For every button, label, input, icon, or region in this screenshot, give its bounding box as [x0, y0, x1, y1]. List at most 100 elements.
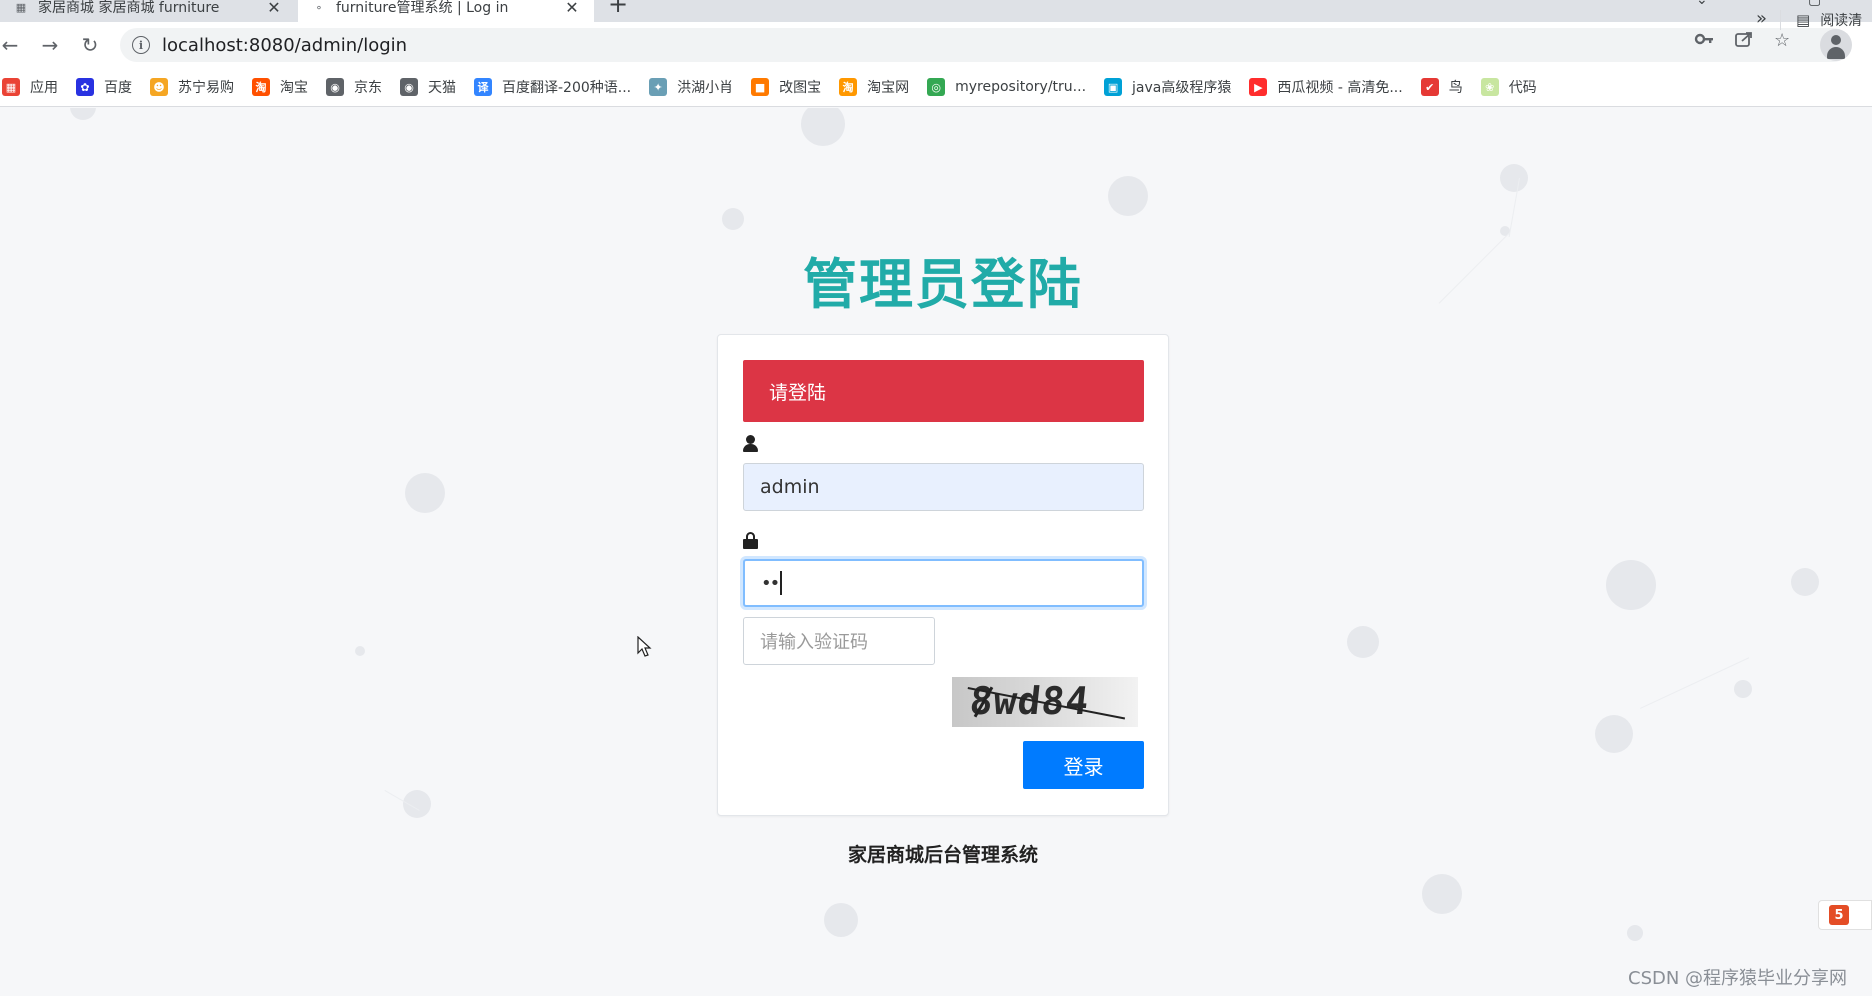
text-caret: [780, 571, 782, 595]
url-text: localhost:8080/admin/login: [162, 34, 408, 56]
forward-arrow-icon[interactable]: →: [36, 31, 64, 59]
key-icon[interactable]: [1694, 30, 1714, 53]
reading-list-icon: ▤: [1796, 11, 1811, 29]
bookmark-item[interactable]: 淘淘宝: [252, 77, 308, 97]
xigua-icon: ▶: [1249, 78, 1268, 96]
baidu-paw-icon: ✿: [76, 78, 94, 96]
bookmark-item[interactable]: ■ 改图宝: [751, 77, 821, 97]
bg-particle: [70, 108, 96, 120]
watermark: CSDN @程序猿毕业分享网: [1628, 968, 1848, 989]
bg-particle: [1500, 164, 1528, 192]
lock-icon: [743, 532, 759, 550]
page-title: 管理员登陆: [803, 253, 1083, 316]
restore-window-icon[interactable]: ▢: [1808, 0, 1821, 8]
bookmark-item[interactable]: ▶ 西瓜视频 - 高清免...: [1249, 77, 1403, 97]
bookmark-label: 鸟: [1448, 80, 1463, 96]
bookmark-item[interactable]: ✔ 鸟: [1420, 77, 1463, 97]
username-field[interactable]: admin: [743, 463, 1144, 511]
bookmark-label: java高级程序猿: [1132, 80, 1232, 96]
loading-favicon-icon: ∘: [315, 0, 323, 14]
bg-particle: [801, 108, 845, 146]
chrome-icon: ◎: [927, 78, 946, 96]
plus-icon[interactable]: +: [608, 0, 628, 18]
bg-particle: [722, 208, 744, 230]
reading-list-label: 阅读清: [1820, 13, 1863, 29]
gaitubao-icon: ■: [751, 78, 770, 96]
bg-particle: [1606, 560, 1656, 610]
globe-icon: ◉: [326, 78, 344, 96]
bookmark-item[interactable]: 译百度翻译-200种语...: [474, 77, 631, 97]
bookmark-label: 代码: [1508, 80, 1537, 96]
bookmark-item[interactable]: ✿ 百度: [76, 77, 132, 97]
globe-icon: ◉: [400, 78, 418, 96]
bookmark-label: 淘宝: [280, 80, 308, 96]
taobao-icon: 淘: [252, 78, 270, 96]
bookmark-label: 京东: [354, 80, 382, 96]
close-icon[interactable]: ✕: [564, 0, 580, 17]
bookmarks-more-icon[interactable]: »: [1756, 8, 1767, 29]
bird-red-icon: ✔: [1420, 78, 1439, 96]
password-field[interactable]: ••: [743, 559, 1144, 607]
bookmark-item[interactable]: ◎ myrepository/tru...: [927, 78, 1086, 96]
bookmark-label: 淘宝网: [867, 80, 910, 96]
code-leaf-icon: ❀: [1480, 78, 1499, 96]
bookmark-item[interactable]: ❀ 代码: [1480, 77, 1537, 97]
address-bar[interactable]: i localhost:8080/admin/login: [120, 28, 1850, 62]
star-icon[interactable]: ☆: [1774, 30, 1790, 51]
mouse-cursor-icon: [637, 636, 652, 657]
system-title: 家居商城后台管理系统: [847, 844, 1038, 866]
suning-lion-icon: ☻: [150, 78, 168, 96]
tab-strip: ▦ 家居商城 家居商城 furniture ✕ ∘ furniture管理系统 …: [0, 0, 1872, 22]
bookmark-label: 百度翻译-200种语...: [502, 80, 632, 96]
bilibili-icon: ▣: [1104, 78, 1123, 96]
bg-link-line: [1640, 657, 1750, 709]
bookmark-label: 天猫: [428, 80, 456, 96]
bookmark-item[interactable]: ◉ 天猫: [400, 77, 456, 97]
bg-particle: [1627, 925, 1643, 941]
bookmark-label: myrepository/tru...: [955, 79, 1087, 95]
taobao-icon: 淘: [839, 78, 858, 96]
bookmark-label: 苏宁易购: [178, 80, 234, 96]
bookmark-item[interactable]: ◉ 京东: [326, 77, 382, 97]
tab-home[interactable]: ▦ 家居商城 家居商城 furniture ✕: [0, 0, 296, 22]
reload-icon[interactable]: ↻: [76, 31, 104, 59]
captcha-input[interactable]: 请输入验证码: [743, 617, 935, 665]
share-icon[interactable]: [1734, 30, 1754, 53]
captcha-placeholder: 请输入验证码: [760, 632, 868, 653]
html5-icon: 5: [1829, 905, 1849, 925]
bookmark-item[interactable]: 淘淘宝网: [839, 77, 909, 97]
bg-particle: [824, 903, 858, 937]
back-arrow-icon[interactable]: ←: [0, 31, 24, 59]
info-icon[interactable]: i: [132, 36, 150, 54]
bookmark-item[interactable]: ▦ 应用: [2, 77, 58, 97]
apps-grid-icon: ▦: [2, 78, 20, 96]
reading-list-button[interactable]: ▤ 阅读清: [1796, 10, 1862, 30]
bg-particle: [1595, 715, 1633, 753]
bookmark-item[interactable]: ▣ java高级程序猿: [1104, 77, 1231, 97]
alert-text: 请登陆: [769, 381, 827, 404]
grid-favicon-icon: ▦: [15, 0, 27, 14]
bg-particle: [355, 646, 365, 656]
bookmarks-separator: [1780, 10, 1781, 30]
tab-title: 家居商城 家居商城 furniture: [38, 0, 220, 16]
password-value: ••: [761, 572, 780, 594]
browser-toolbar: ← → ↻ i localhost:8080/admin/login ☆: [0, 22, 1872, 68]
login-page: 管理员登陆 请登陆 admin •• 请输入验证码 8wd84 登录 家居商城后…: [0, 108, 1872, 996]
bookmark-label: 改图宝: [779, 80, 822, 96]
bookmark-label: 洪湖小肖: [677, 80, 734, 96]
side-widget[interactable]: 5: [1818, 900, 1872, 930]
close-icon[interactable]: ✕: [266, 0, 282, 17]
bookmark-label: 应用: [30, 80, 58, 96]
login-card: 请登陆 admin •• 请输入验证码 8wd84 登录: [717, 334, 1169, 816]
profile-avatar-icon[interactable]: [1820, 29, 1852, 61]
chevron-down-icon[interactable]: ⌄: [1696, 0, 1708, 8]
bookmark-item[interactable]: ✦ 洪湖小肖: [649, 77, 733, 97]
bg-particle: [1734, 680, 1752, 698]
bg-particle: [1347, 626, 1379, 658]
tab-admin-login[interactable]: ∘ furniture管理系统 | Log in ✕: [298, 0, 594, 22]
login-submit-button[interactable]: 登录: [1023, 741, 1144, 789]
bookmark-item[interactable]: ☻ 苏宁易购: [150, 77, 234, 97]
bg-particle: [1422, 874, 1462, 914]
captcha-image[interactable]: 8wd84: [952, 677, 1138, 727]
bookmarks-bar: ▦ 应用 ✿ 百度 ☻ 苏宁易购淘淘宝 ◉ 京东 ◉ 天猫译百度翻译-200种语... ✦ 洪湖小肖 ■…: [0, 68, 1872, 107]
